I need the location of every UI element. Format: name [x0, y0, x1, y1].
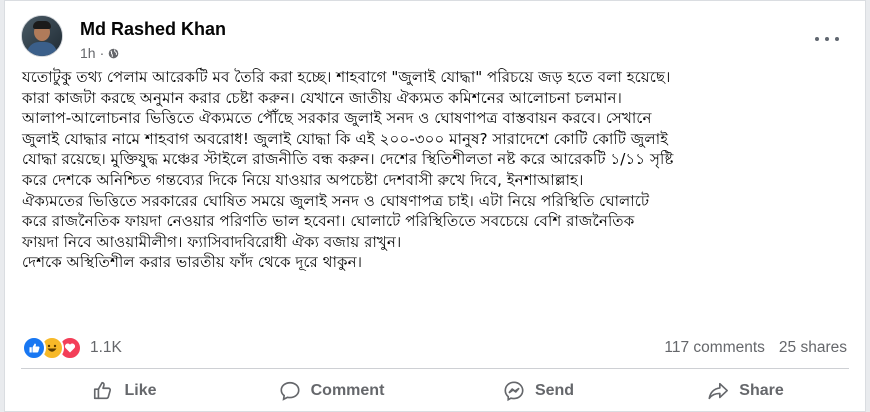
send-label: Send	[534, 382, 575, 399]
timestamp[interactable]: 1h	[80, 45, 96, 61]
post-text: যতোটুকু তথ্য পেলাম আরেকটি মব তৈরি করা হচ…	[22, 67, 862, 273]
post-text-line: করে দেশকে অনিশ্চিত গন্তব্যের দিকে নিয়ে …	[22, 170, 584, 189]
messenger-icon	[504, 381, 524, 402]
post-card: Md Rashed Khan 1h · যতোটুকু তথ্য পেলাম আ…	[4, 0, 866, 412]
globe-icon	[108, 48, 119, 58]
engagement-stats: 1.1K 117 comments 25 shares	[22, 336, 847, 360]
divider	[21, 368, 849, 369]
thumbs-up-icon	[94, 381, 112, 400]
post-time-row: 1h ·	[80, 45, 226, 61]
post-text-line: করে রাজনৈতিক ফায়দা নেওয়ার পরিণতি ভাল হ…	[22, 212, 635, 231]
shares-count[interactable]: 25 shares	[779, 339, 847, 357]
separator-dot: ·	[99, 45, 105, 61]
avatar[interactable]	[21, 15, 63, 57]
reaction-summary[interactable]: 1.1K	[22, 336, 122, 360]
comment-label: Comment	[310, 382, 385, 399]
share-icon	[708, 382, 729, 400]
post-text-line: দেশকে অস্থিতিশীল করার ভারতীয় ফাঁদ থেকে …	[22, 253, 363, 272]
more-options-icon[interactable]	[815, 33, 839, 45]
comments-count[interactable]: 117 comments	[664, 339, 765, 357]
post-text-line: জুলাই যোদ্ধার নামে শাহবাগ অবরোধ! জুলাই য…	[22, 129, 669, 148]
share-label: Share	[739, 382, 784, 399]
post-text-line: আলাপ-আলোচনার ভিত্তিতে ঐক্যমতে পৌঁছে সরকা…	[22, 109, 652, 128]
comment-icon	[280, 381, 300, 401]
engagement-counts: 117 comments 25 shares	[664, 339, 847, 357]
post-header: Md Rashed Khan 1h ·	[21, 15, 226, 61]
post-meta: Md Rashed Khan 1h ·	[80, 19, 226, 61]
send-button[interactable]: Send	[435, 371, 642, 411]
share-button[interactable]: Share	[642, 371, 849, 411]
action-bar: Like Comment Send Share	[21, 371, 849, 411]
like-icon	[22, 336, 46, 360]
post-text-line: ফায়দা নিবে আওয়ামীলীগ। ফ্যাসিবাদবিরোধী …	[22, 232, 402, 251]
like-label: Like	[124, 382, 157, 399]
author-name[interactable]: Md Rashed Khan	[80, 19, 226, 39]
post-text-line: কারা কাজটা করছে অনুমান করার চেষ্টা করুন।…	[22, 88, 622, 107]
comment-button[interactable]: Comment	[228, 371, 435, 411]
post-text-line: ঐক্যমতের ভিত্তিতে সরকারের ঘোষিত সময়ে জু…	[22, 191, 650, 210]
reaction-count[interactable]: 1.1K	[90, 339, 122, 357]
post-text-line: যোদ্ধা রয়েছে। মুক্তিযুদ্ধ মঞ্চের স্টাইল…	[22, 150, 674, 169]
like-button[interactable]: Like	[21, 371, 228, 411]
post-text-line: যতোটুকু তথ্য পেলাম আরেকটি মব তৈরি করা হচ…	[22, 68, 671, 86]
